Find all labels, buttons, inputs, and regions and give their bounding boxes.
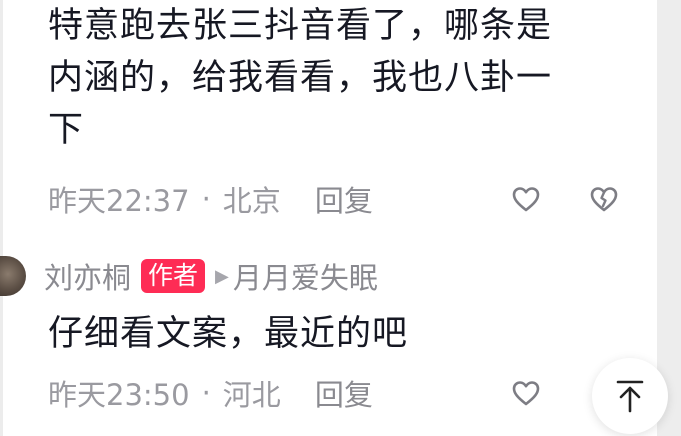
reply-time: 昨天23:50: [48, 378, 190, 412]
right-edge-divider: [657, 0, 681, 436]
scroll-to-top-button[interactable]: [592, 358, 668, 434]
reply-meta-row: 昨天23:50 · 河北 回复: [48, 373, 651, 413]
reply-text: 仔细看文案，最近的吧: [48, 314, 409, 354]
comment-thread: 特意跑去张三抖音看了，哪条是 内涵的，给我看看，我也八卦一 下 昨天22:37 …: [0, 0, 681, 436]
arrow-up-to-top-icon: [616, 380, 644, 413]
meta-separator: ·: [201, 182, 211, 216]
avatar[interactable]: [0, 256, 26, 296]
reply-arrow-icon: ▶: [215, 265, 229, 287]
heart-outline-icon[interactable]: [504, 373, 548, 413]
reply-button[interactable]: 回复: [315, 372, 373, 414]
comment-text-line: 下: [48, 110, 85, 150]
comment-location: 北京: [222, 184, 281, 218]
author-badge: 作者: [141, 259, 206, 293]
comment-time: 昨天22:37: [48, 184, 190, 218]
reply-button[interactable]: 回复: [315, 178, 373, 220]
comment-text-line: 特意跑去张三抖音看了，哪条是: [48, 6, 553, 46]
heart-outline-icon[interactable]: [504, 179, 548, 219]
reply-header: 刘亦桐 作者 ▶ 月月爱失眠: [0, 254, 378, 298]
reply-target-name[interactable]: 月月爱失眠: [233, 255, 378, 297]
comment-text-line: 内涵的，给我看看，我也八卦一: [48, 58, 553, 98]
comment-text: 特意跑去张三抖音看了，哪条是 内涵的，给我看看，我也八卦一 下: [48, 0, 608, 156]
reply-location: 河北: [222, 378, 281, 412]
comment-meta-row: 昨天22:37 · 北京 回复: [48, 179, 651, 219]
meta-separator: ·: [201, 376, 211, 410]
left-edge-divider: [0, 0, 3, 436]
reply-author-name[interactable]: 刘亦桐: [44, 255, 131, 297]
broken-heart-icon[interactable]: [582, 179, 626, 219]
